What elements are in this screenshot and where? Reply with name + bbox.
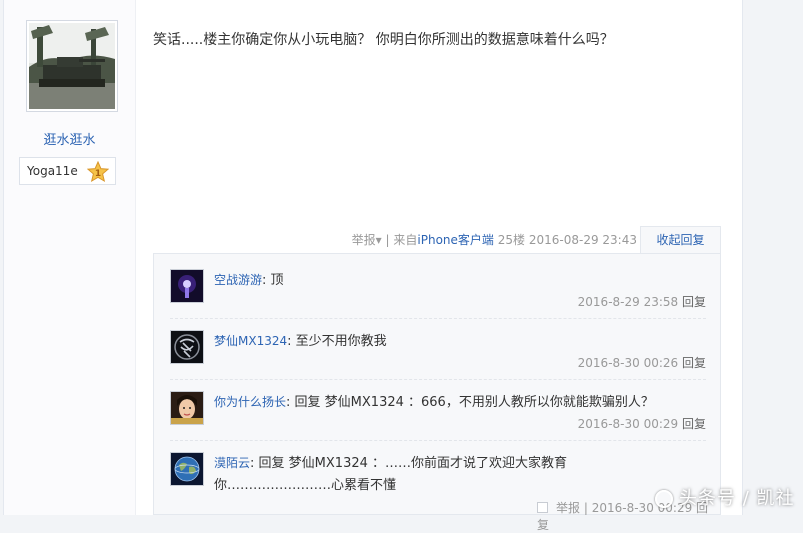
author-name[interactable]: 逛水逛水 (4, 129, 135, 148)
reply-avatar[interactable] (170, 452, 204, 486)
member-badge[interactable]: Yoga11e 1 (19, 157, 116, 185)
level-star-icon: 1 (87, 161, 109, 183)
reply-meta: 2016-8-29 23:58 回复 (578, 293, 706, 310)
reply-time: 2016-8-29 23:58 (577, 295, 679, 309)
reply-button[interactable]: 回复 (682, 295, 706, 309)
divider (170, 379, 706, 380)
badge-name: Yoga11e (27, 164, 78, 178)
reply-button[interactable]: 回复 (682, 356, 706, 370)
client-prefix: 来自 (393, 233, 418, 247)
tank-photo-avatar (29, 23, 115, 109)
reply-username[interactable]: 漠陌云 (214, 456, 250, 470)
list-item: 空战游游: 顶 2016-8-29 23:58 回复 (170, 269, 706, 321)
post-floor: 逛水逛水 Yoga11e 1 笑话.....楼主你确定你从小玩电脑？ 你明白你所… (3, 0, 743, 532)
reply-meta: 2016-8-30 00:26 回复 (578, 354, 706, 371)
report-link[interactable]: 举报 (556, 501, 580, 515)
reply-avatar[interactable] (170, 330, 204, 364)
reply-username[interactable]: 空战游游 (214, 273, 262, 287)
reply-text: 梦仙MX1324: 至少不用你教我 (214, 334, 387, 349)
level-number: 1 (95, 169, 101, 179)
purple-light-avatar (171, 270, 203, 302)
author-avatar[interactable] (26, 20, 118, 112)
reply-meta: 2016-8-30 00:29 回复 (578, 415, 706, 432)
floor-number: 25楼 (497, 233, 526, 247)
post-content: 笑话.....楼主你确定你从小玩电脑？ 你明白你所测出的数据意味着什么吗？ (153, 32, 614, 48)
girl-photo-avatar (171, 392, 203, 424)
divider (170, 318, 706, 319)
toutiao-logo-icon (655, 490, 673, 508)
reply-avatar[interactable] (170, 269, 204, 303)
reply-time: 2016-8-30 00:29 (577, 417, 679, 431)
reply-text: 空战游游: 顶 (214, 273, 284, 288)
post-time: 2016-08-29 23:43 (528, 233, 637, 247)
report-dropdown-icon[interactable] (537, 502, 548, 513)
watermark: 头条号 / 凯社 (655, 484, 795, 510)
author-column: 逛水逛水 Yoga11e 1 (4, 0, 136, 515)
fold-reply-button[interactable]: 收起回复 (640, 226, 721, 254)
reply-text-continued: 你……………………心累看不懂 (214, 478, 397, 493)
sub-reply-panel: 空战游游: 顶 2016-8-29 23:58 回复 梦仙MX1324: 至少不… (153, 253, 721, 532)
list-item: 你为什么扬长: 回复 梦仙MX1324 ：666，不用别人教所以你就能欺骗别人？… (170, 391, 706, 443)
dream-glyph-avatar (171, 331, 203, 363)
reply-time: 2016-8-30 00:26 (577, 356, 679, 370)
report-link[interactable]: 举报▾ (352, 233, 382, 247)
client-link[interactable]: iPhone客户端 (417, 233, 494, 247)
reply-text: 你为什么扬长: 回复 梦仙MX1324 ：666，不用别人教所以你就能欺骗别人？ (214, 395, 654, 410)
reply-text: 漠陌云: 回复 梦仙MX1324 ：……你前面才说了欢迎大家教育 你………………… (214, 452, 694, 497)
reply-avatar[interactable] (170, 391, 204, 425)
reply-username[interactable]: 你为什么扬长 (214, 395, 286, 409)
post-meta: 举报▾ | 来自iPhone客户端 25楼 2016-08-29 23:43 (4, 231, 637, 248)
divider (170, 440, 706, 441)
globe-avatar (171, 453, 203, 485)
meta-separator: | (385, 233, 390, 247)
reply-username[interactable]: 梦仙MX1324 (214, 334, 287, 348)
list-item: 梦仙MX1324: 至少不用你教我 2016-8-30 00:26 回复 (170, 330, 706, 382)
reply-button[interactable]: 回复 (682, 417, 706, 431)
